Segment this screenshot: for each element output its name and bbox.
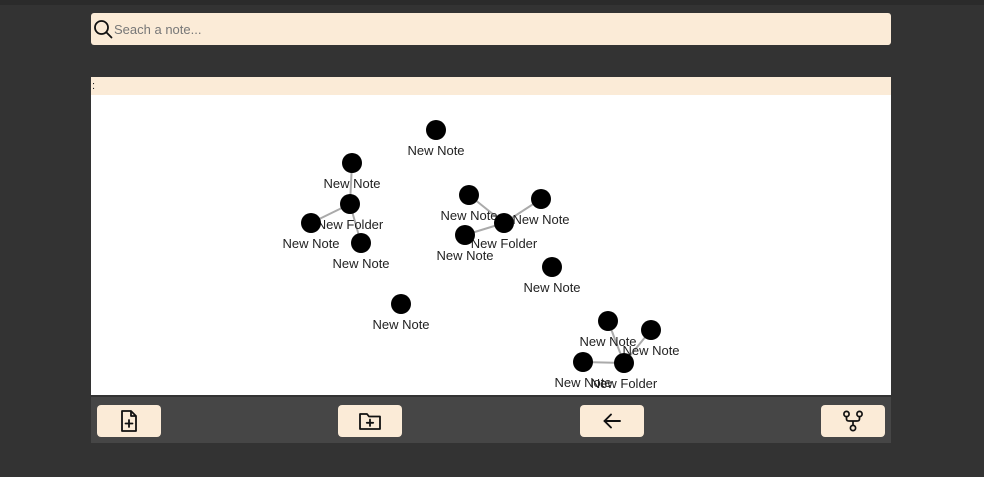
node-dot[interactable]: [641, 320, 661, 340]
node-dot[interactable]: [598, 311, 618, 331]
node-label: New Note: [407, 143, 464, 158]
node-label: New Note: [622, 343, 679, 358]
new-note-button[interactable]: [97, 405, 161, 437]
node-dot[interactable]: [459, 185, 479, 205]
node-dot[interactable]: [614, 353, 634, 373]
node-label: New Note: [282, 236, 339, 251]
search-input[interactable]: [114, 15, 891, 43]
node-dot[interactable]: [340, 194, 360, 214]
back-button[interactable]: [580, 405, 644, 437]
arrow-left-icon: [603, 413, 621, 429]
node-label: New Note: [372, 317, 429, 332]
node-dot[interactable]: [426, 120, 446, 140]
bottom-toolbar: [91, 397, 891, 443]
graph-note-node[interactable]: New Note: [323, 153, 381, 191]
node-label: New Note: [436, 248, 493, 263]
window-top-strip: [0, 0, 984, 5]
graph-note-node[interactable]: New Note: [440, 185, 498, 223]
graph-canvas[interactable]: New Note New Note New Folder New Note New No…: [91, 95, 891, 395]
graph-note-node[interactable]: New Note: [512, 189, 570, 227]
graph-note-node[interactable]: New Note: [372, 294, 430, 332]
graph-folder-node[interactable]: New Folder: [591, 353, 658, 391]
graph-folder-node[interactable]: New Folder: [317, 194, 384, 232]
node-dot[interactable]: [573, 352, 593, 372]
node-dot[interactable]: [531, 189, 551, 209]
node-dot[interactable]: [342, 153, 362, 173]
graph-view-button[interactable]: [821, 405, 885, 437]
node-label: New Note: [323, 176, 380, 191]
new-folder-button[interactable]: [338, 405, 402, 437]
graph-icon: [843, 410, 863, 432]
node-label: New Note: [512, 212, 569, 227]
graph-note-node[interactable]: New Note: [523, 257, 581, 295]
search-icon: [92, 18, 114, 40]
search-bar[interactable]: [91, 13, 891, 45]
node-dot[interactable]: [351, 233, 371, 253]
node-dot[interactable]: [542, 257, 562, 277]
node-dot[interactable]: [301, 213, 321, 233]
node-label: New Note: [440, 208, 497, 223]
folder-plus-icon: [359, 413, 381, 430]
node-label: New Folder: [317, 217, 384, 232]
file-plus-icon: [121, 410, 137, 432]
node-dot[interactable]: [494, 213, 514, 233]
node-label: New Note: [332, 256, 389, 271]
node-label: New Folder: [591, 376, 658, 391]
graph-note-node[interactable]: New Note: [407, 120, 465, 158]
graph-note-node[interactable]: New Note: [332, 233, 390, 271]
node-label: New Note: [523, 280, 580, 295]
node-dot[interactable]: [455, 225, 475, 245]
node-dot[interactable]: [391, 294, 411, 314]
path-bar: :: [91, 77, 891, 95]
graph-view[interactable]: New Note New Note New Folder New Note New No…: [91, 95, 891, 395]
